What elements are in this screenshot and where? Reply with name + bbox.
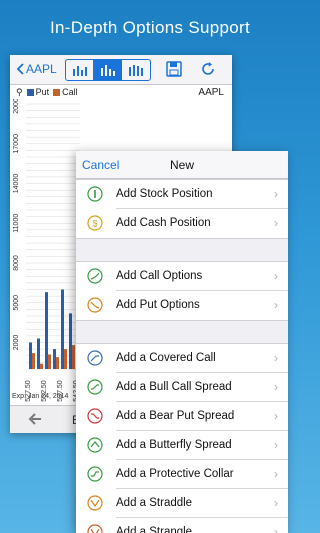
menu-item[interactable]: Add a Bear Put Spread › xyxy=(76,402,288,431)
menu-group-gap xyxy=(76,239,288,261)
menu-item-label: Add Cash Position xyxy=(116,217,211,229)
y-tick-label: 5000 xyxy=(13,295,20,311)
menu-item[interactable]: Add a Covered Call › xyxy=(76,344,288,373)
option-interest-chart: 20000170001400011000800050002000527.50 53… xyxy=(13,99,80,402)
menu-item[interactable]: Add Put Options › xyxy=(76,291,288,320)
menu-item-label: Add a Protective Collar xyxy=(116,468,234,480)
dollar-icon: $ xyxy=(87,215,103,231)
call-bar xyxy=(48,354,51,369)
chart-legend: ⚲ Put Call AAPL xyxy=(16,87,228,99)
call-swatch xyxy=(53,89,61,97)
menu-item[interactable]: $ Add Cash Position › xyxy=(76,209,288,238)
back-label: AAPL xyxy=(26,62,57,76)
bar-chart-icon xyxy=(129,65,143,76)
bar-chart-icon xyxy=(72,66,87,76)
menu-group: Add Stock Position › $ Add Cash Position › xyxy=(76,179,288,239)
call-bar xyxy=(64,349,67,369)
segment-bar-chart-2[interactable] xyxy=(94,60,122,80)
menu-item-label: Add Put Options xyxy=(116,299,200,311)
menu-item-label: Add a Strangle xyxy=(116,526,193,533)
call-bar xyxy=(40,363,43,369)
put-bar xyxy=(45,292,48,369)
svg-text:$: $ xyxy=(92,219,97,229)
put-curve-icon xyxy=(87,297,103,313)
menu-item[interactable]: Add a Protective Collar › xyxy=(76,460,288,489)
bull-spread-icon xyxy=(87,379,103,395)
menu-item-label: Add Call Options xyxy=(116,270,203,282)
y-tick-label: 2000 xyxy=(13,335,20,351)
put-bar xyxy=(61,289,64,369)
call-bar xyxy=(72,345,75,369)
butterfly-icon xyxy=(87,437,103,453)
promo-title: In-Depth Options Support xyxy=(50,18,250,37)
menu-item-label: Add a Butterfly Spread xyxy=(116,439,232,451)
refresh-icon[interactable] xyxy=(200,61,216,77)
menu-group: Add a Covered Call › Add a Bull Call Sprea… xyxy=(76,343,288,533)
menu-item[interactable]: Add a Butterfly Spread › xyxy=(76,431,288,460)
call-curve-icon xyxy=(87,268,103,284)
menu-nav-bar: Cancel New xyxy=(76,151,288,179)
chevron-right-icon: › xyxy=(274,269,278,283)
chart-nav-bar: AAPL xyxy=(10,55,232,85)
chart-ticker: AAPL xyxy=(198,87,224,98)
new-position-menu: Cancel New Add Stock Position › $ Add Cash … xyxy=(76,151,288,533)
covered-call-icon xyxy=(87,350,103,366)
menu-item-label: Add a Bear Put Spread xyxy=(116,410,235,422)
y-tick-label: 20000 xyxy=(13,99,20,114)
menu-item-label: Add a Straddle xyxy=(116,497,193,509)
menu-item[interactable]: Add a Straddle › xyxy=(76,489,288,518)
y-tick-label: 11000 xyxy=(13,214,20,233)
chevron-right-icon: › xyxy=(274,438,278,452)
menu-item-label: Add Stock Position xyxy=(116,188,213,200)
chevron-right-icon: › xyxy=(274,525,278,533)
legend-put: Put xyxy=(35,87,50,97)
menu-item-label: Add a Bull Call Spread xyxy=(116,381,232,393)
put-bar xyxy=(37,338,40,369)
menu-title: New xyxy=(169,158,194,172)
strangle-icon xyxy=(87,524,103,533)
menu-item[interactable]: Add a Bull Call Spread › xyxy=(76,373,288,402)
y-tick-label: 17000 xyxy=(13,134,20,154)
chevron-right-icon: › xyxy=(274,187,278,201)
segment-bar-chart-1[interactable] xyxy=(66,60,94,80)
put-bar xyxy=(53,349,56,369)
info-icon xyxy=(87,186,103,202)
chevron-right-icon: › xyxy=(274,409,278,423)
expiration-label: Exp: Jan 24, 2014 xyxy=(12,393,69,400)
legend-call: Call xyxy=(62,87,78,97)
chevron-right-icon: › xyxy=(274,467,278,481)
y-tick-label: 14000 xyxy=(13,174,20,194)
chart-type-segment[interactable] xyxy=(65,59,151,81)
menu-item-label: Add a Covered Call xyxy=(116,352,216,364)
call-bar xyxy=(56,357,59,369)
menu-group-gap xyxy=(76,321,288,343)
collar-icon xyxy=(87,466,103,482)
menu-group: Add Call Options › Add Put Options › xyxy=(76,261,288,321)
chevron-right-icon: › xyxy=(274,351,278,365)
back-button[interactable]: AAPL xyxy=(16,62,57,76)
menu-item[interactable]: Add Call Options › xyxy=(76,262,288,291)
menu-groups: Add Stock Position › $ Add Cash Position › Ad… xyxy=(76,179,288,533)
chevron-right-icon: › xyxy=(274,216,278,230)
save-icon[interactable] xyxy=(166,61,182,77)
segment-bar-chart-3[interactable] xyxy=(122,60,150,80)
chevron-right-icon: › xyxy=(274,298,278,312)
bear-spread-icon xyxy=(87,408,103,424)
y-tick-label: 8000 xyxy=(13,255,20,271)
bar-chart-icon xyxy=(100,65,115,76)
menu-item[interactable]: Add a Strangle › xyxy=(76,518,288,533)
call-bar xyxy=(32,353,35,369)
put-bar xyxy=(29,342,32,369)
arrow-left-icon[interactable] xyxy=(28,412,42,426)
chevron-left-icon xyxy=(16,63,24,75)
legend-option-icon: ⚲ xyxy=(16,87,23,97)
straddle-icon xyxy=(87,495,103,511)
chevron-right-icon: › xyxy=(274,496,278,510)
put-swatch xyxy=(26,89,34,97)
chevron-right-icon: › xyxy=(274,380,278,394)
menu-item[interactable]: Add Stock Position › xyxy=(76,180,288,209)
put-bar xyxy=(69,313,72,369)
